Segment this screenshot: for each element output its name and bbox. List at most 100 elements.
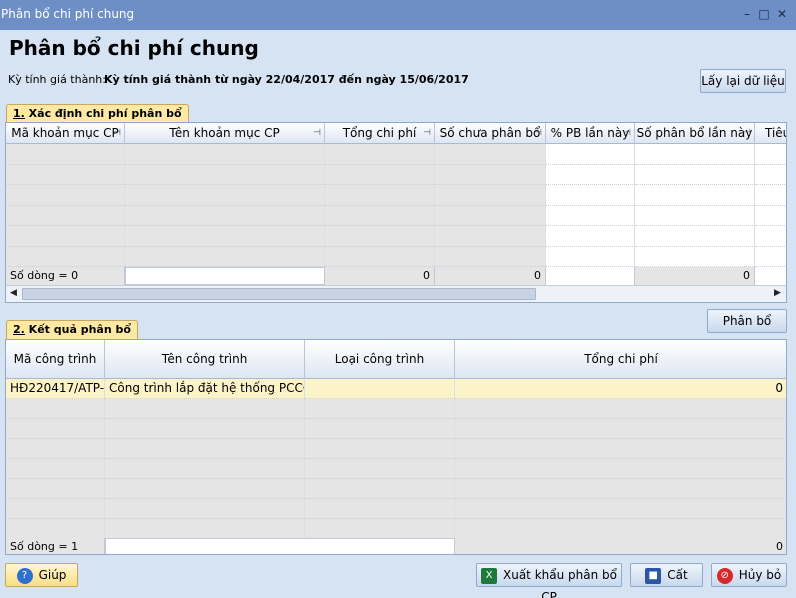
grid1-empty-cell[interactable]: [125, 144, 325, 165]
maximize-button[interactable]: □: [754, 4, 774, 24]
col-so-chua-phan-bo[interactable]: Số chưa phân bổ ⊣: [435, 123, 546, 144]
grid2-empty-cell[interactable]: [305, 419, 455, 439]
cancel-button[interactable]: ⊘ Hủy bỏ: [711, 563, 787, 587]
scroll-left-icon[interactable]: ◀: [10, 288, 17, 298]
grid1-empty-cell[interactable]: [435, 144, 546, 165]
cost-allocation-grid[interactable]: Mã khoản mục CP ⊣ Tên khoản mục CP ⊣ Tổng …: [5, 122, 787, 303]
grid2-empty-cell[interactable]: [455, 399, 786, 419]
grid1-empty-cell[interactable]: [6, 164, 125, 185]
scroll-right-icon[interactable]: ▶: [774, 288, 781, 298]
grid1-empty-cell[interactable]: [755, 144, 786, 165]
grid1-empty-cell[interactable]: [325, 246, 435, 267]
grid1-empty-cell[interactable]: [125, 246, 325, 267]
grid1-empty-cell[interactable]: [755, 226, 786, 247]
grid2-empty-cell[interactable]: [105, 459, 305, 479]
col-ten-khoan-muc[interactable]: Tên khoản mục CP ⊣: [125, 123, 325, 144]
grid2-empty-cell[interactable]: [455, 499, 786, 519]
grid1-empty-cell[interactable]: [635, 144, 755, 165]
grid1-empty-cell[interactable]: [325, 226, 435, 247]
pin-icon[interactable]: ⊣: [113, 123, 121, 143]
grid2-empty-cell[interactable]: [6, 399, 105, 419]
row1-ten[interactable]: Công trình lắp đặt hệ thống PCCC - A: [105, 379, 305, 399]
grid1-empty-cell[interactable]: [755, 185, 786, 206]
grid2-empty-cell[interactable]: [305, 479, 455, 499]
grid2-empty-cell[interactable]: [305, 439, 455, 459]
grid1-empty-cell[interactable]: [435, 164, 546, 185]
grid2-empty-cell[interactable]: [6, 479, 105, 499]
grid1-empty-cell[interactable]: [755, 164, 786, 185]
grid1-empty-cell[interactable]: [635, 226, 755, 247]
grid1-empty-cell[interactable]: [125, 164, 325, 185]
grid1-hscrollbar[interactable]: ◀ ▶: [6, 285, 786, 302]
col-pb-lan-nay[interactable]: % PB lần này ⊣: [546, 123, 635, 144]
col-ten-cong-trinh[interactable]: Tên công trình: [105, 340, 305, 379]
grid1-empty-cell[interactable]: [6, 205, 125, 226]
grid1-empty-cell[interactable]: [6, 144, 125, 165]
col-loai-cong-trinh[interactable]: Loại công trình: [305, 340, 455, 379]
grid2-empty-cell[interactable]: [455, 419, 786, 439]
grid1-empty-cell[interactable]: [6, 226, 125, 247]
row1-tong[interactable]: 0: [455, 379, 786, 399]
grid2-empty-cell[interactable]: [6, 499, 105, 519]
grid2-empty-cell[interactable]: [105, 439, 305, 459]
grid1-empty-cell[interactable]: [546, 144, 635, 165]
col-ma-cong-trinh[interactable]: Mã công trình: [6, 340, 105, 379]
grid2-empty-cell[interactable]: [455, 479, 786, 499]
pin-icon[interactable]: ⊣: [623, 123, 631, 143]
grid1-empty-cell[interactable]: [755, 205, 786, 226]
grid2-empty-cell[interactable]: [305, 459, 455, 479]
grid1-empty-cell[interactable]: [546, 246, 635, 267]
grid1-empty-cell[interactable]: [125, 205, 325, 226]
grid1-empty-cell[interactable]: [546, 164, 635, 185]
scroll-thumb[interactable]: [22, 288, 536, 300]
grid2-empty-cell[interactable]: [305, 499, 455, 519]
grid1-empty-cell[interactable]: [546, 205, 635, 226]
grid1-empty-cell[interactable]: [125, 185, 325, 206]
col-so-phan-bo-lan-nay[interactable]: Số phân bổ lần này ⊣: [635, 123, 755, 144]
row1-ma[interactable]: HĐ220417/ATP-: [6, 379, 105, 399]
grid1-empty-cell[interactable]: [635, 164, 755, 185]
close-button[interactable]: ✕: [772, 4, 792, 24]
grid2-empty-cell[interactable]: [105, 479, 305, 499]
pin-icon[interactable]: ⊣: [313, 123, 321, 143]
grid2-empty-cell[interactable]: [455, 459, 786, 479]
tab-xac-dinh-chi-phi[interactable]: 1. Xác định chi phí phân bổ: [6, 104, 189, 123]
grid2-empty-cell[interactable]: [6, 419, 105, 439]
help-button[interactable]: ? Giúp: [5, 563, 78, 587]
grid1-empty-cell[interactable]: [546, 185, 635, 206]
grid1-empty-cell[interactable]: [125, 226, 325, 247]
allocation-result-grid[interactable]: Mã công trình Tên công trình Loại công t…: [5, 339, 787, 555]
allocate-button[interactable]: Phân bổ: [707, 309, 787, 333]
col-tieu-thuc[interactable]: Tiêu: [755, 123, 786, 144]
pin-icon[interactable]: ⊣: [423, 123, 431, 143]
grid1-empty-cell[interactable]: [6, 246, 125, 267]
grid1-empty-cell[interactable]: [325, 185, 435, 206]
reload-data-button[interactable]: Lấy lại dữ liệu: [700, 69, 786, 93]
grid1-empty-cell[interactable]: [325, 205, 435, 226]
grid1-empty-cell[interactable]: [635, 205, 755, 226]
grid2-empty-cell[interactable]: [105, 419, 305, 439]
pin-icon[interactable]: ⊣: [534, 123, 542, 143]
grid1-empty-cell[interactable]: [435, 205, 546, 226]
save-button[interactable]: ■ Cất: [630, 563, 703, 587]
grid2-empty-cell[interactable]: [6, 439, 105, 459]
grid1-empty-cell[interactable]: [635, 246, 755, 267]
grid2-empty-cell[interactable]: [105, 499, 305, 519]
col-tong-chi-phi-ct[interactable]: Tổng chi phí: [455, 340, 786, 379]
grid2-empty-cell[interactable]: [305, 399, 455, 419]
grid1-empty-cell[interactable]: [6, 185, 125, 206]
grid1-empty-cell[interactable]: [755, 246, 786, 267]
grid1-empty-cell[interactable]: [635, 185, 755, 206]
grid1-empty-cell[interactable]: [435, 185, 546, 206]
export-button[interactable]: X Xuất khẩu phân bổ CP: [476, 563, 622, 598]
grid2-empty-cell[interactable]: [455, 439, 786, 459]
col-ma-khoan-muc[interactable]: Mã khoản mục CP ⊣: [6, 123, 125, 144]
row1-loai[interactable]: [305, 379, 455, 399]
grid2-empty-cell[interactable]: [105, 519, 305, 539]
grid2-empty-cell[interactable]: [455, 519, 786, 539]
grid2-empty-cell[interactable]: [6, 519, 105, 539]
grid1-empty-cell[interactable]: [435, 246, 546, 267]
grid1-empty-cell[interactable]: [546, 226, 635, 247]
grid1-empty-cell[interactable]: [435, 226, 546, 247]
grid2-empty-cell[interactable]: [105, 399, 305, 419]
